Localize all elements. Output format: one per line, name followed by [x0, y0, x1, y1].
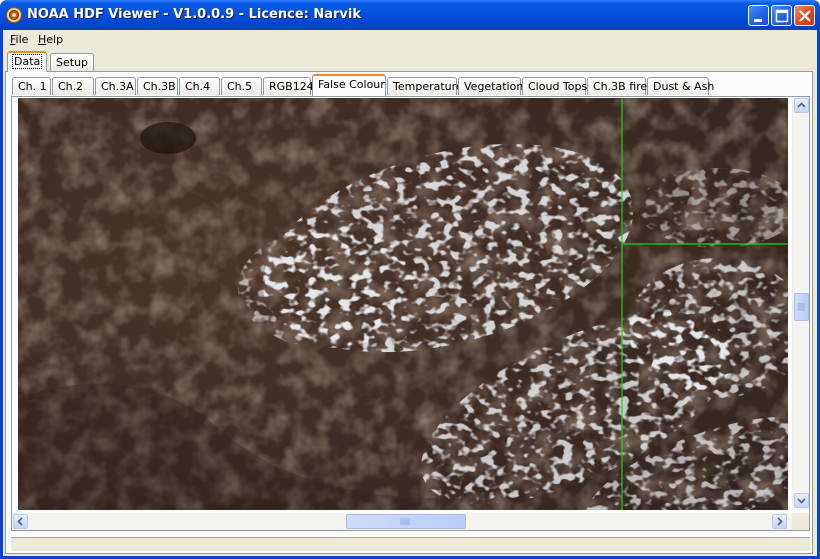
title-bar[interactable]: NOAA HDF Viewer - V1.0.0.9 - Licence: Na…	[0, 0, 820, 30]
tab-ch5[interactable]: Ch.5	[221, 77, 262, 95]
scroll-left-button[interactable]	[13, 514, 28, 529]
grip-icon	[798, 303, 805, 311]
tab-temperature[interactable]: Temperature	[387, 77, 463, 95]
satellite-image[interactable]	[18, 98, 788, 510]
status-bar	[11, 537, 810, 551]
tab-ch1[interactable]: Ch. 1	[12, 77, 51, 95]
scroll-right-button[interactable]	[772, 514, 787, 529]
maximize-icon	[775, 9, 789, 23]
tab-data[interactable]: Data	[7, 51, 48, 72]
horizontal-scrollbar[interactable]	[12, 513, 792, 530]
arrow-up-icon	[797, 102, 806, 108]
window-title: NOAA HDF Viewer - V1.0.0.9 - Licence: Na…	[27, 7, 362, 22]
tab-vegetation[interactable]: Vegetation	[458, 77, 523, 95]
grip-icon	[400, 518, 410, 525]
tab-ch3b[interactable]: Ch.3B	[137, 77, 178, 95]
scroll-down-button[interactable]	[794, 493, 809, 508]
menu-help[interactable]: Help	[38, 33, 63, 46]
maximize-button[interactable]	[771, 5, 792, 26]
tab-ch3a[interactable]: Ch.3A	[95, 77, 136, 95]
client-area: File Help Data Setup Ch. 1 Ch.2 Ch.3A Ch…	[3, 30, 817, 556]
scroll-corner	[792, 513, 809, 530]
tab-rgb124[interactable]: RGB124	[263, 77, 314, 95]
app-window: NOAA HDF Viewer - V1.0.0.9 - Licence: Na…	[0, 0, 820, 559]
arrow-right-icon	[777, 517, 783, 526]
minimize-icon	[754, 19, 762, 22]
close-button[interactable]	[794, 5, 815, 26]
menu-file[interactable]: File	[10, 33, 28, 46]
channel-tab-strip: Ch. 1 Ch.2 Ch.3A Ch.3B Ch.4 Ch.5 RGB124 …	[12, 74, 812, 96]
tab-dust-ash[interactable]: Dust & Ash	[647, 77, 714, 95]
tab-setup[interactable]: Setup	[50, 53, 95, 71]
vertical-scrollbar[interactable]	[792, 97, 809, 510]
close-icon	[799, 10, 811, 22]
vertical-scroll-thumb[interactable]	[794, 293, 809, 321]
tab-ch3b-fire[interactable]: Ch.3B fire	[587, 77, 647, 95]
scroll-up-button[interactable]	[794, 98, 809, 113]
tab-cloud-tops[interactable]: Cloud Tops	[522, 77, 587, 95]
tab-ch2[interactable]: Ch.2	[52, 77, 94, 95]
tab-ch4[interactable]: Ch.4	[179, 77, 220, 95]
menu-bar: File Help	[3, 30, 817, 49]
horizontal-scroll-thumb[interactable]	[346, 514, 466, 529]
arrow-left-icon	[17, 517, 23, 526]
minimize-button[interactable]	[748, 5, 769, 26]
image-viewer	[11, 96, 810, 531]
satellite-dish-icon	[6, 7, 22, 23]
arrow-down-icon	[797, 498, 806, 504]
data-panel: Ch. 1 Ch.2 Ch.3A Ch.3B Ch.4 Ch.5 RGB124 …	[5, 71, 813, 554]
outer-tab-strip: Data Setup	[3, 50, 817, 72]
tab-false-colour[interactable]: False Colour	[312, 74, 386, 96]
